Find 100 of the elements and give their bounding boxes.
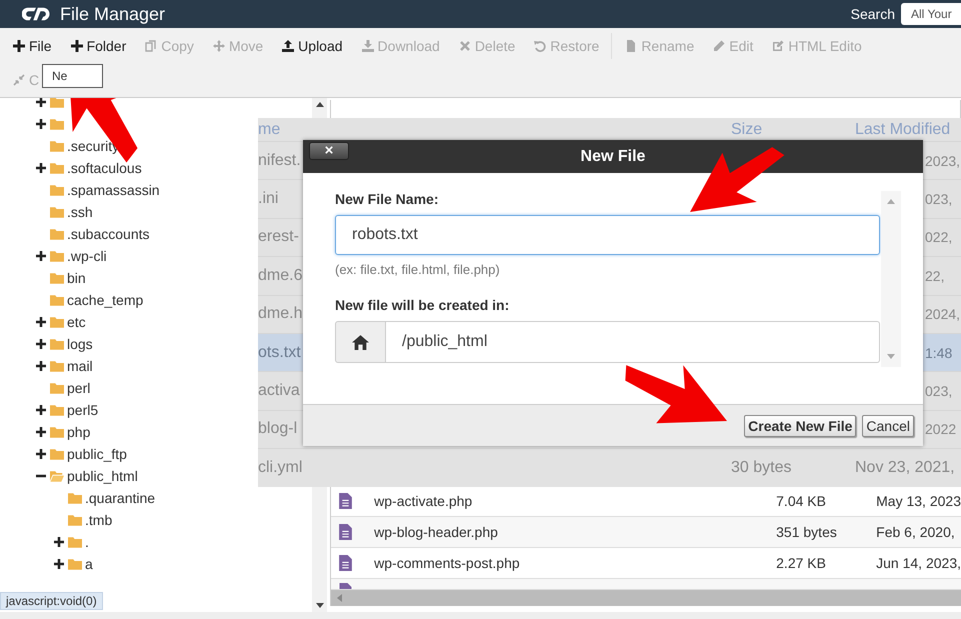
file-name: dme.6 [258,266,302,285]
expand-icon[interactable] [36,317,46,327]
scroll-down-icon[interactable] [316,603,324,608]
file-name: blog-l [258,420,298,438]
directory-field[interactable]: /public_html [386,321,880,363]
folder-icon [50,426,64,438]
file-date: 2023, [925,152,960,169]
file-date: May 13, 2023 [876,493,961,509]
folder-name[interactable]: logs [67,336,93,352]
app-title: File Manager [60,4,166,24]
compress-icon [13,74,25,86]
edit-icon [772,40,784,52]
search-label: Search [850,6,895,22]
folder-icon [50,338,64,350]
document-icon [625,40,638,52]
file-date: 22, [925,268,944,284]
folder-name[interactable]: .spamassassin [67,182,160,198]
toolbar-button[interactable]: Upload [277,38,348,54]
expand-icon[interactable] [36,449,46,459]
close-button[interactable]: × [309,142,349,160]
folder-name[interactable]: cache_temp [67,292,144,308]
folder-name[interactable]: .quarantine [85,490,156,506]
file-size: 30 bytes [731,458,792,477]
file-date: 1:48 [925,344,952,361]
scroll-up-icon[interactable] [316,102,324,107]
folder-name[interactable]: .ssh [67,204,93,220]
home-icon [352,334,369,350]
file-name: ots.txt [258,344,301,362]
folder-name[interactable]: perl5 [67,402,98,418]
folder-icon [50,360,64,372]
logo-icon [22,5,50,23]
file-date: 023, [925,191,952,208]
toolbar-button[interactable]: Folder [66,38,132,54]
open-folder-icon [50,470,64,482]
expand-icon[interactable] [36,405,46,415]
file-name: activa [258,382,300,400]
expand-icon[interactable] [36,251,46,261]
toolbar-button[interactable]: File [8,38,57,54]
dialog-button[interactable]: Cancel [862,414,914,436]
file-name[interactable]: wp-activate.php [352,493,776,509]
folder-name[interactable]: . [85,534,89,550]
search-scope-field[interactable]: All Your [901,3,961,25]
folder-name[interactable]: .subaccounts [67,226,150,242]
move-icon [212,40,225,52]
expand-icon[interactable] [36,119,46,129]
file-icon [339,555,352,571]
dialog-button[interactable]: Create New File [744,414,856,436]
expand-icon[interactable] [54,559,64,569]
folder-name[interactable]: a [85,556,93,572]
folder-icon [50,140,64,152]
field-label: New file will be created in: [335,297,510,313]
file-size: 351 bytes [776,524,838,540]
file-date: 2022 [925,421,956,438]
file-date: 023, [925,383,952,400]
close-icon [458,40,471,52]
folder-name[interactable]: public_html [67,468,138,484]
horizontal-scrollbar[interactable] [331,590,961,606]
folder-icon [68,558,82,570]
expand-icon[interactable] [36,427,46,437]
plus-icon [13,40,25,52]
file-date: 022, [925,229,952,246]
expand-icon[interactable] [36,97,46,107]
file-name: nifest. [258,152,301,170]
folder-icon [50,206,64,218]
folder-name[interactable]: public_ftp [67,446,127,462]
folder-icon [50,294,64,306]
file-name[interactable]: wp-blog-header.php [352,524,776,540]
folder-icon [50,118,64,130]
hint-text: (ex: file.txt, file.html, file.php) [335,262,501,277]
plus-icon [70,40,83,52]
file-name: dme.h [258,305,302,324]
undo-icon [534,40,546,52]
folder-name[interactable]: perl [67,380,90,396]
download-icon [362,40,374,52]
copy-icon [145,40,158,52]
file-size: 2.27 KB [776,555,827,571]
folder-name[interactable]: php [67,424,90,440]
file-name: .ini [258,190,278,208]
expand-icon[interactable] [36,163,46,173]
file-name-field[interactable]: robots.txt [335,215,880,255]
folder-name[interactable]: .softaculous [67,160,142,176]
file-date: Nov 23, 2021, [855,458,955,477]
pencil-icon [713,40,726,52]
field-label: New File Name: [335,191,440,207]
folder-name[interactable]: .tmb [85,512,112,528]
file-name: cli.yml [258,458,302,477]
folder-name[interactable]: mail [67,358,93,374]
folder-icon [50,162,64,174]
file-name[interactable]: wp-comments-post.php [352,555,776,571]
folder-icon [50,382,64,394]
expand-icon[interactable] [36,339,46,349]
file-icon [339,524,352,540]
expand-icon[interactable] [54,537,64,547]
file-name: erest- [258,228,299,246]
file-date: 2024, [925,306,960,322]
folder-name[interactable]: bin [67,270,86,286]
folder-icon [68,536,82,548]
folder-name[interactable]: .wp-cli [67,248,107,264]
folder-name[interactable]: etc [67,314,86,330]
expand-icon[interactable] [36,361,46,371]
